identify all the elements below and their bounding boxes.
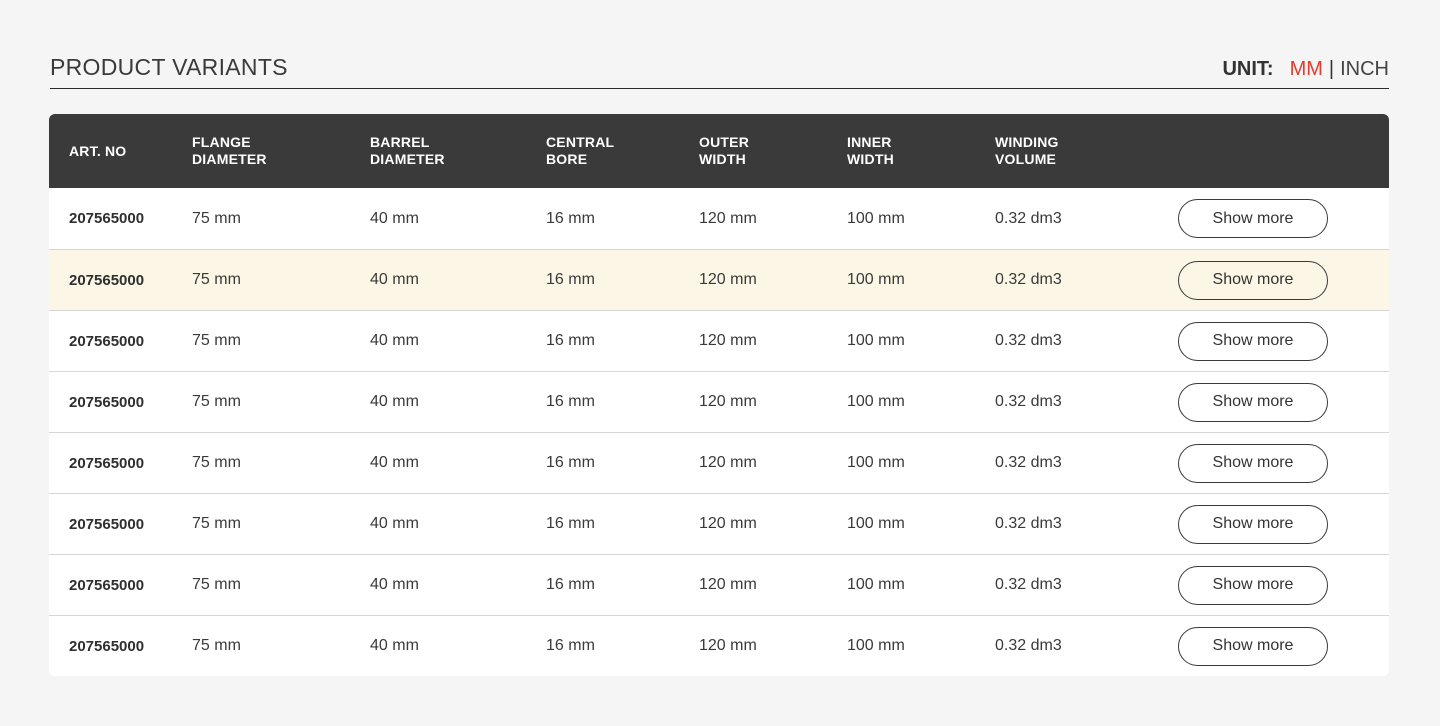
cell-art-no: 207565000 <box>69 637 145 655</box>
cell-action: Show more <box>1178 433 1328 493</box>
cell-action: Show more <box>1178 372 1328 432</box>
cell-barrel-diameter: 40 mm <box>370 209 419 227</box>
unit-option-mm[interactable]: MM <box>1290 58 1323 81</box>
cell-flange-diameter: 75 mm <box>192 393 241 410</box>
cell-flange-diameter: 75 mm <box>192 515 241 532</box>
cell-flange-diameter: 75 mm <box>192 637 241 654</box>
product-variants-page: PRODUCT VARIANTS UNIT: MM | INCH ART. NO… <box>0 0 1440 726</box>
show-more-button[interactable]: Show more <box>1178 321 1328 361</box>
cell-action: Show more <box>1178 311 1328 371</box>
table-row: 207565000 75 mm 40 mm 16 mm 120 mm 100 mm 0.32… <box>49 188 1389 249</box>
cell-central-bore: 16 mm <box>546 454 595 471</box>
cell-art-no: 207565000 <box>69 332 145 350</box>
cell-barrel-diameter: 40 mm <box>370 637 419 654</box>
show-more-button[interactable]: Show more <box>1178 504 1328 544</box>
column-header-winding-volume: WINDING VOLUME <box>995 134 1059 167</box>
unit-option-inch[interactable]: INCH <box>1340 58 1389 81</box>
cell-barrel-diameter: 40 mm <box>370 515 419 532</box>
cell-central-bore: 16 mm <box>546 637 595 654</box>
section-header: PRODUCT VARIANTS UNIT: MM | INCH <box>50 50 1389 89</box>
cell-flange-diameter: 75 mm <box>192 209 241 227</box>
show-more-button[interactable]: Show more <box>1178 260 1328 300</box>
cell-action: Show more <box>1178 555 1328 615</box>
cell-action: Show more <box>1178 250 1328 310</box>
cell-outer-width: 120 mm <box>699 637 757 654</box>
cell-action: Show more <box>1178 494 1328 554</box>
cell-art-no: 207565000 <box>69 576 145 594</box>
cell-art-no: 207565000 <box>69 393 145 411</box>
cell-outer-width: 120 mm <box>699 209 757 227</box>
cell-outer-width: 120 mm <box>699 332 757 349</box>
cell-winding-volume: 0.32 dm3 <box>995 209 1062 227</box>
cell-inner-width: 100 mm <box>847 209 905 227</box>
cell-outer-width: 120 mm <box>699 393 757 410</box>
cell-flange-diameter: 75 mm <box>192 576 241 593</box>
table-row: 207565000 75 mm 40 mm 16 mm 120 mm 100 mm 0.32… <box>49 310 1389 371</box>
variants-table: ART. NO FLANGE DIAMETER BARREL DIAMETER … <box>49 114 1389 676</box>
cell-art-no: 207565000 <box>69 515 145 533</box>
cell-flange-diameter: 75 mm <box>192 454 241 471</box>
show-more-button[interactable]: Show more <box>1178 565 1328 605</box>
cell-barrel-diameter: 40 mm <box>370 393 419 410</box>
cell-inner-width: 100 mm <box>847 271 905 288</box>
cell-central-bore: 16 mm <box>546 393 595 410</box>
column-header-flange-diameter: FLANGE DIAMETER <box>192 134 267 167</box>
cell-inner-width: 100 mm <box>847 332 905 349</box>
table-row: 207565000 75 mm 40 mm 16 mm 120 mm 100 mm 0.32… <box>49 249 1389 310</box>
cell-outer-width: 120 mm <box>699 515 757 532</box>
cell-outer-width: 120 mm <box>699 454 757 471</box>
unit-separator: | <box>1328 58 1335 80</box>
unit-switch: UNIT: MM | INCH <box>1222 58 1389 81</box>
show-more-button[interactable]: Show more <box>1178 382 1328 422</box>
unit-label: UNIT: <box>1222 58 1274 80</box>
cell-central-bore: 16 mm <box>546 271 595 288</box>
cell-inner-width: 100 mm <box>847 576 905 593</box>
column-header-outer-width: OUTER WIDTH <box>699 134 749 167</box>
table-row: 207565000 75 mm 40 mm 16 mm 120 mm 100 mm 0.32… <box>49 432 1389 493</box>
cell-art-no: 207565000 <box>69 271 145 289</box>
cell-winding-volume: 0.32 dm3 <box>995 576 1062 593</box>
column-header-inner-width: INNER WIDTH <box>847 134 894 167</box>
show-more-button[interactable]: Show more <box>1178 199 1328 238</box>
cell-winding-volume: 0.32 dm3 <box>995 271 1062 288</box>
column-header-central-bore: CENTRAL BORE <box>546 134 615 167</box>
table-header: ART. NO FLANGE DIAMETER BARREL DIAMETER … <box>49 114 1389 188</box>
cell-central-bore: 16 mm <box>546 515 595 532</box>
cell-flange-diameter: 75 mm <box>192 271 241 288</box>
cell-outer-width: 120 mm <box>699 576 757 593</box>
column-header-art-no: ART. NO <box>69 142 127 159</box>
cell-barrel-diameter: 40 mm <box>370 576 419 593</box>
cell-barrel-diameter: 40 mm <box>370 271 419 288</box>
cell-winding-volume: 0.32 dm3 <box>995 393 1062 410</box>
cell-central-bore: 16 mm <box>546 576 595 593</box>
table-body: 207565000 75 mm 40 mm 16 mm 120 mm 100 mm 0.32… <box>49 188 1389 676</box>
cell-winding-volume: 0.32 dm3 <box>995 454 1062 471</box>
cell-winding-volume: 0.32 dm3 <box>995 332 1062 349</box>
show-more-button[interactable]: Show more <box>1178 443 1328 483</box>
cell-art-no: 207565000 <box>69 210 145 227</box>
column-header-barrel-diameter: BARREL DIAMETER <box>370 134 445 167</box>
show-more-button[interactable]: Show more <box>1178 626 1328 666</box>
cell-winding-volume: 0.32 dm3 <box>995 515 1062 532</box>
cell-inner-width: 100 mm <box>847 454 905 471</box>
cell-action: Show more <box>1178 188 1328 249</box>
cell-art-no: 207565000 <box>69 454 145 472</box>
cell-action: Show more <box>1178 616 1328 676</box>
page-title: PRODUCT VARIANTS <box>50 54 288 80</box>
table-row: 207565000 75 mm 40 mm 16 mm 120 mm 100 mm 0.32… <box>49 554 1389 615</box>
cell-inner-width: 100 mm <box>847 393 905 410</box>
cell-outer-width: 120 mm <box>699 271 757 288</box>
cell-winding-volume: 0.32 dm3 <box>995 637 1062 654</box>
cell-inner-width: 100 mm <box>847 515 905 532</box>
cell-barrel-diameter: 40 mm <box>370 332 419 349</box>
cell-inner-width: 100 mm <box>847 637 905 654</box>
cell-flange-diameter: 75 mm <box>192 332 241 349</box>
cell-barrel-diameter: 40 mm <box>370 454 419 471</box>
table-row: 207565000 75 mm 40 mm 16 mm 120 mm 100 mm 0.32… <box>49 615 1389 676</box>
cell-central-bore: 16 mm <box>546 332 595 349</box>
table-row: 207565000 75 mm 40 mm 16 mm 120 mm 100 mm 0.32… <box>49 493 1389 554</box>
table-row: 207565000 75 mm 40 mm 16 mm 120 mm 100 mm 0.32… <box>49 371 1389 432</box>
cell-central-bore: 16 mm <box>546 209 595 227</box>
